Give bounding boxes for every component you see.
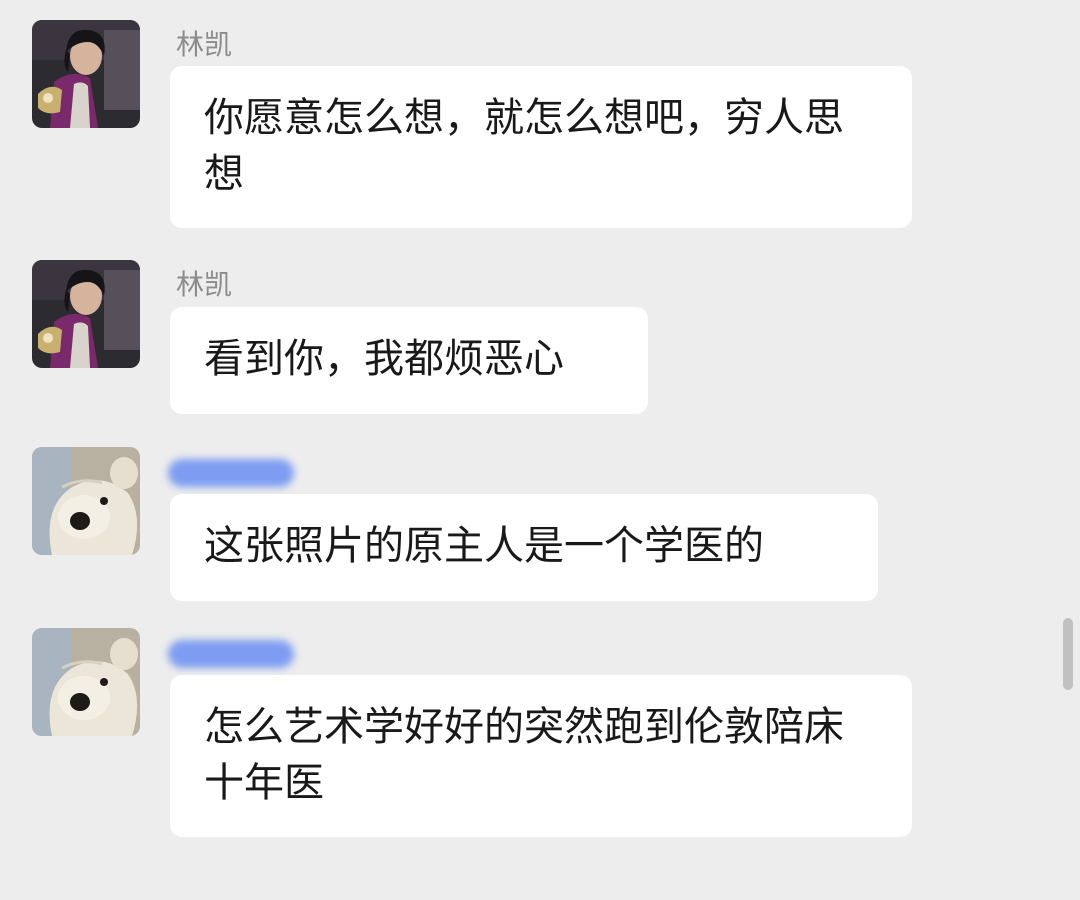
chat-message: 这张照片的原主人是一个学医的 (0, 447, 1080, 607)
avatar[interactable] (32, 447, 140, 555)
avatar[interactable] (32, 260, 140, 368)
avatar[interactable] (32, 628, 140, 736)
message-bubble[interactable]: 怎么艺术学好好的突然跑到伦敦陪床十年医 (170, 675, 912, 837)
chat-message: 林凯 看到你，我都烦恶心 (0, 260, 1080, 420)
message-bubble[interactable]: 这张照片的原主人是一个学医的 (170, 494, 878, 601)
chat-message: 怎么艺术学好好的突然跑到伦敦陪床十年医 (0, 628, 1080, 840)
redacted-sender-name (168, 640, 294, 668)
redacted-sender-name (168, 459, 294, 487)
message-bubble[interactable]: 看到你，我都烦恶心 (170, 307, 648, 414)
avatar[interactable] (32, 20, 140, 128)
person-photo-avatar-icon (32, 260, 140, 368)
teddy-bear-avatar-icon (32, 447, 140, 555)
scrollbar[interactable] (1063, 618, 1073, 690)
message-text: 你愿意怎么想，就怎么想吧，穷人思想 (204, 95, 844, 197)
message-text: 怎么艺术学好好的突然跑到伦敦陪床十年医 (204, 704, 844, 806)
message-text: 看到你，我都烦恶心 (204, 336, 564, 382)
message-bubble[interactable]: 你愿意怎么想，就怎么想吧，穷人思想 (170, 66, 912, 228)
person-photo-avatar-icon (32, 20, 140, 128)
message-text: 这张照片的原主人是一个学医的 (204, 523, 764, 569)
sender-name: 林凯 (176, 268, 233, 301)
chat-message: 林凯 你愿意怎么想，就怎么想吧，穷人思想 (0, 20, 1080, 230)
sender-name: 林凯 (176, 28, 233, 61)
teddy-bear-avatar-icon (32, 628, 140, 736)
